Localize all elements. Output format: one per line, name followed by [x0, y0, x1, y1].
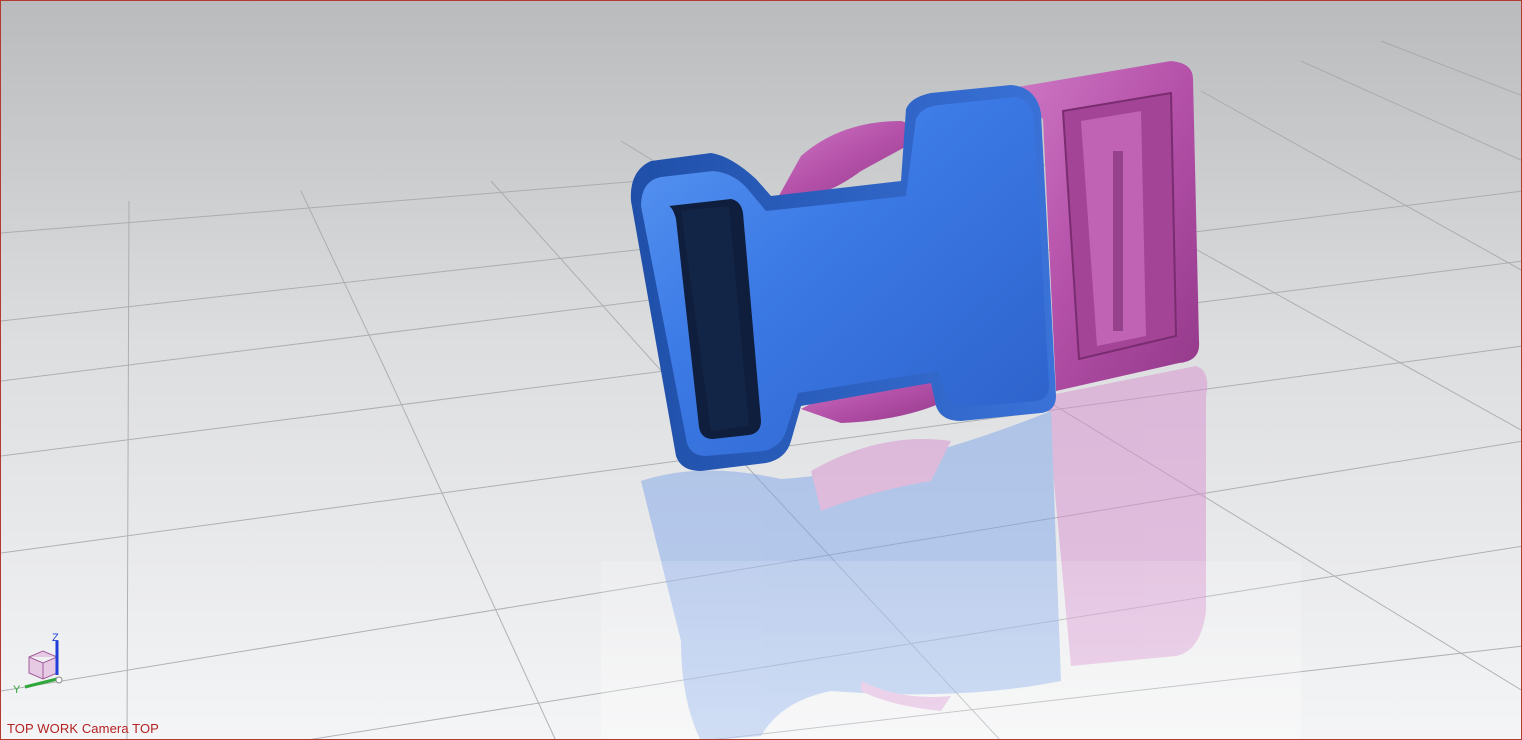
- z-axis-label: Z: [52, 632, 59, 644]
- view-label: TOP WORK Camera TOP: [7, 721, 159, 736]
- y-axis-label: Y: [13, 684, 21, 696]
- triad-origin: [55, 676, 63, 684]
- 3d-scene[interactable]: Z Y: [1, 1, 1522, 740]
- graphics-viewport[interactable]: Z Y TOP WORK Camera TOP: [0, 0, 1522, 740]
- reflection-fade: [601, 561, 1301, 739]
- pink-ridges: [1113, 151, 1123, 331]
- triad-cube: [28, 650, 58, 680]
